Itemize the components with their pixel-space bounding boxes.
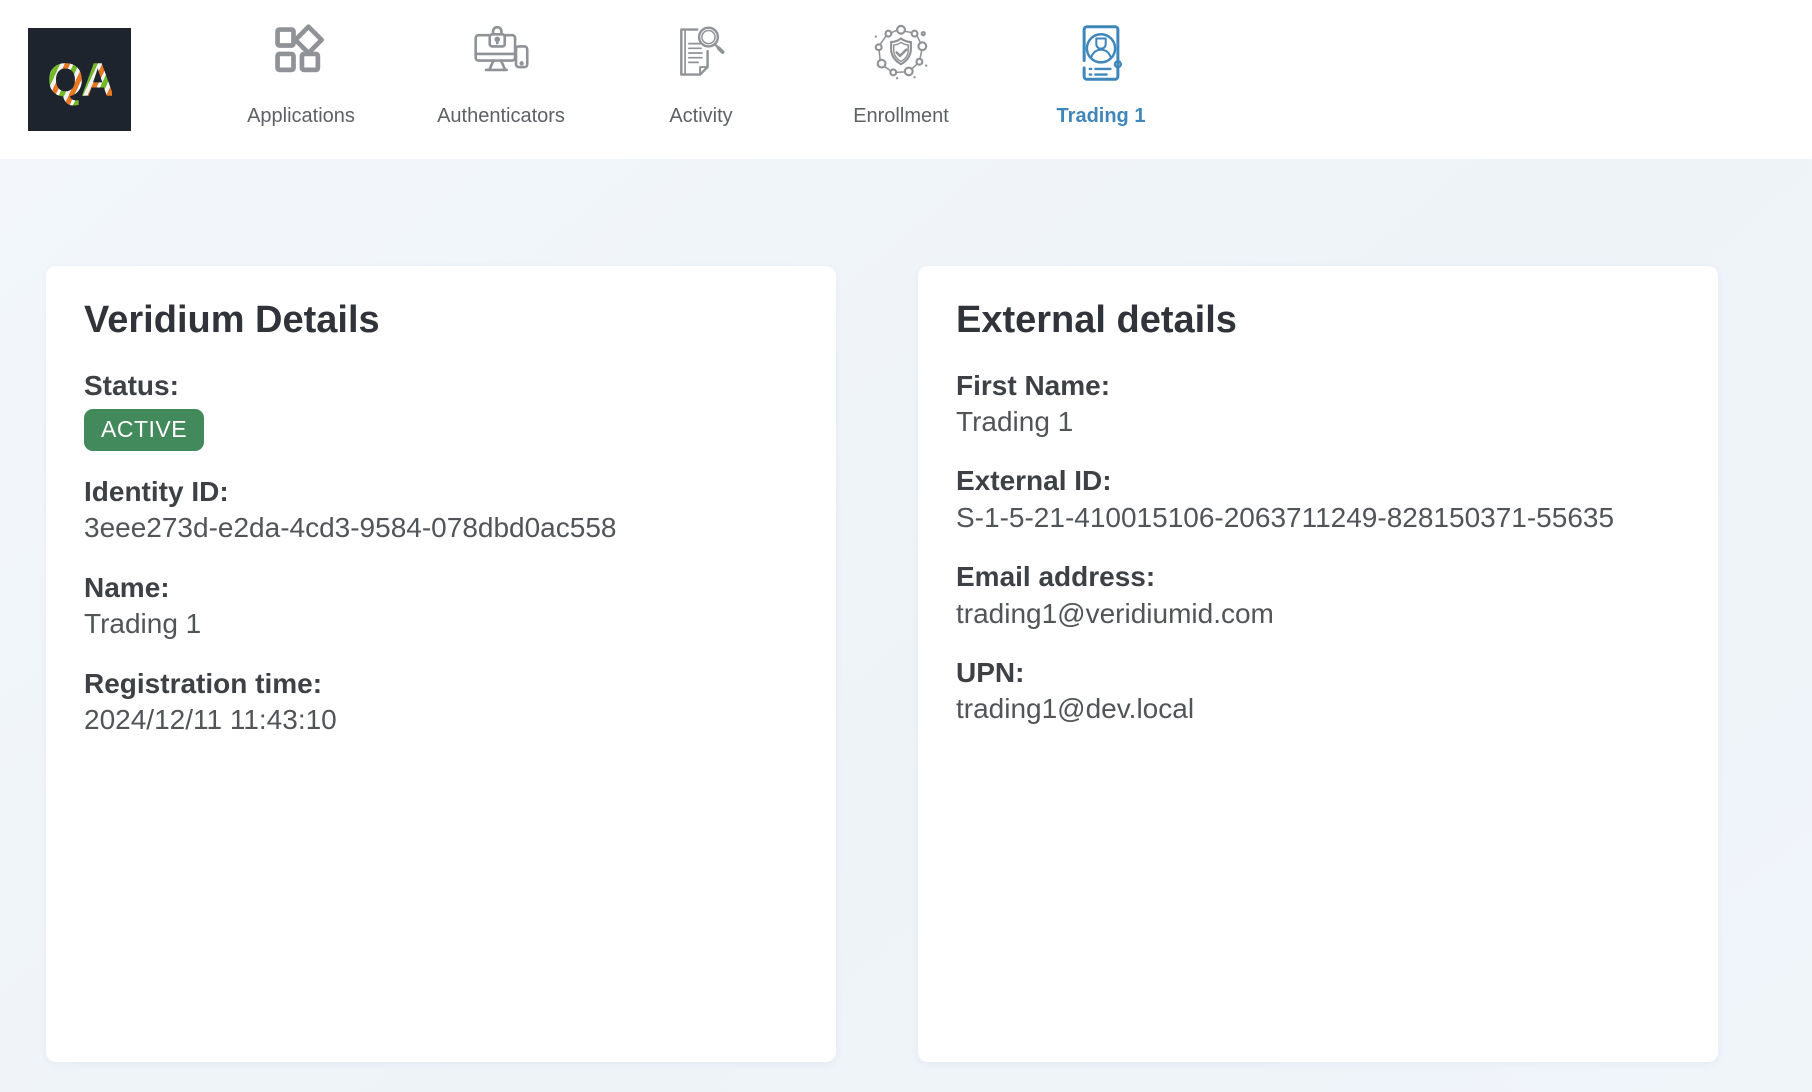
external-card-title: External details [956,298,1680,344]
field-label: First Name: [956,368,1680,404]
field-label: Name: [84,570,798,606]
field-value: Trading 1 [956,404,1680,440]
field-label: External ID: [956,463,1680,499]
document-search-icon [669,21,733,85]
field-label: Email address: [956,559,1680,595]
field-registration-time: Registration time: 2024/12/11 11:43:10 [84,666,798,739]
field-first-name: First Name: Trading 1 [956,368,1680,441]
field-status: Status: ACTIVE [84,368,798,451]
nav-item-authenticators[interactable]: Authenticators [401,0,601,159]
brand-logo[interactable]: QA [28,28,131,131]
status-badge: ACTIVE [84,409,204,451]
nav-label: Authenticators [437,105,565,128]
field-value: trading1@dev.local [956,691,1680,727]
field-value: 3eee273d-e2da-4cd3-9584-078dbd0ac558 [84,510,798,546]
nav-item-applications[interactable]: Applications [201,0,401,159]
field-value: 2024/12/11 11:43:10 [84,702,798,738]
monitor-lock-icon [469,21,533,85]
field-value: trading1@veridiumid.com [956,596,1680,632]
brand-logo-text: QA [47,52,112,107]
field-email-address: Email address: trading1@veridiumid.com [956,559,1680,632]
field-name: Name: Trading 1 [84,570,798,643]
field-external-id: External ID: S-1-5-21-410015106-20637112… [956,463,1680,536]
veridium-details-card: Veridium Details Status: ACTIVE Identity… [46,266,836,1062]
external-details-card: External details First Name: Trading 1 E… [918,266,1718,1062]
nav-item-enrollment[interactable]: Enrollment [801,0,1001,159]
field-value: Trading 1 [84,606,798,642]
nav-label: Activity [669,105,732,128]
main-nav: Applications Authenticators [201,0,1201,159]
shield-network-icon [869,21,933,85]
profile-card-icon [1069,21,1133,85]
field-upn: UPN: trading1@dev.local [956,655,1680,728]
apps-grid-icon [269,21,333,85]
nav-label: Enrollment [853,105,949,128]
nav-label: Applications [247,105,355,128]
top-navbar: QA Applications [0,0,1812,159]
nav-item-trading-1[interactable]: Trading 1 [1001,0,1201,159]
field-label: Identity ID: [84,474,798,510]
nav-label: Trading 1 [1057,105,1146,128]
nav-item-activity[interactable]: Activity [601,0,801,159]
field-label: Status: [84,368,798,404]
field-label: Registration time: [84,666,798,702]
veridium-card-title: Veridium Details [84,298,798,344]
field-label: UPN: [956,655,1680,691]
field-identity-id: Identity ID: 3eee273d-e2da-4cd3-9584-078… [84,474,798,547]
field-value: S-1-5-21-410015106-2063711249-828150371-… [956,500,1680,536]
main-content: Veridium Details Status: ACTIVE Identity… [0,159,1812,1092]
